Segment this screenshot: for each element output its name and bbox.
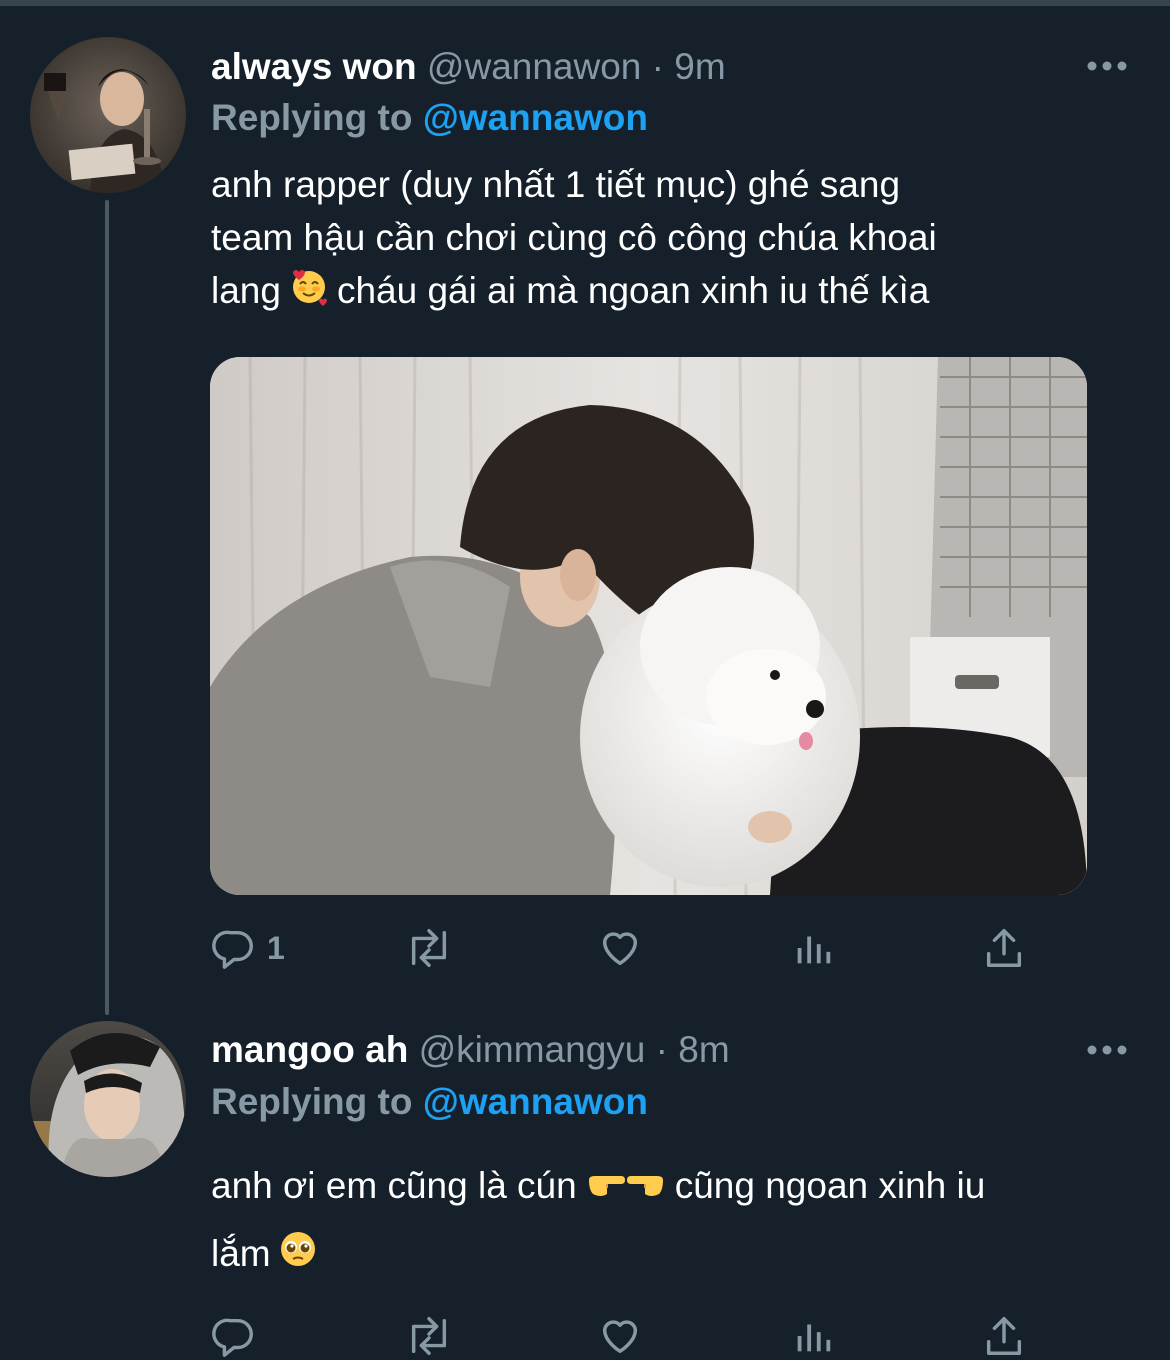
more-icon xyxy=(1087,1045,1127,1055)
more-options-button[interactable] xyxy=(1086,1040,1128,1060)
replying-to: Replying to @wannawon xyxy=(211,1077,648,1127)
tweet-text-line-group: lang cháu gái ai mà ngoan xinh iu thế kìa xyxy=(211,264,1141,320)
tweet-text-line: cháu gái ai mà ngoan xinh iu thế kìa xyxy=(336,270,930,311)
tweet-text-line: anh rapper (duy nhất 1 tiết mục) ghé san… xyxy=(211,164,901,205)
tweet-text: anh rapper (duy nhất 1 tiết mục) ghé san… xyxy=(211,158,1141,320)
pleading-face-icon xyxy=(279,1223,317,1289)
like-button[interactable] xyxy=(596,924,644,972)
reply-button[interactable]: 1 xyxy=(211,924,285,972)
reply-icon xyxy=(212,930,253,969)
replying-to-handle[interactable]: @wannawon xyxy=(423,1081,648,1122)
analytics-icon xyxy=(797,936,831,964)
smiling-face-with-hearts-icon xyxy=(289,266,329,320)
tweet-text-line-group: lắm xyxy=(211,1221,1141,1289)
share-button[interactable] xyxy=(981,924,1027,972)
separator-dot: · xyxy=(651,46,664,87)
reply-button[interactable] xyxy=(211,1312,257,1360)
user-handle[interactable]: @wannawon xyxy=(427,46,641,87)
tweet-image[interactable] xyxy=(210,357,1087,895)
tweet-text-line-group: anh ơi em cũng là cún cũng ngoan xinh iu xyxy=(211,1153,1141,1221)
display-name[interactable]: mangoo ah xyxy=(211,1029,408,1070)
timestamp[interactable]: 8m xyxy=(678,1029,729,1070)
photo-man-with-poodle xyxy=(210,357,1087,895)
tweet-text-line: team hậu cần chơi cùng cô công chúa khoa… xyxy=(211,217,937,258)
display-name[interactable]: always won xyxy=(211,46,417,87)
share-icon xyxy=(986,1317,1022,1355)
tweet-actions: 1 xyxy=(211,924,1051,972)
share-icon xyxy=(986,929,1022,967)
avatar[interactable] xyxy=(30,37,186,193)
tweet-text-line: lang xyxy=(211,270,281,311)
tweet-header: always won @wannawon · 9m xyxy=(211,42,726,92)
top-divider xyxy=(0,0,1170,6)
reply-icon xyxy=(212,1318,253,1357)
replying-to-label: Replying to xyxy=(211,97,413,138)
tweet-text-line: anh ơi em cũng là cún xyxy=(211,1165,577,1206)
tweet-text: anh ơi em cũng là cún cũng ngoan xinh iu … xyxy=(211,1153,1141,1289)
retweet-button[interactable] xyxy=(401,924,457,972)
replying-to: Replying to @wannawon xyxy=(211,93,648,143)
replying-to-handle[interactable]: @wannawon xyxy=(423,97,648,138)
backhand-index-pointing-left-icon xyxy=(626,1155,667,1221)
reply-count: 1 xyxy=(267,929,285,966)
timestamp[interactable]: 9m xyxy=(674,46,725,87)
avatar-photo xyxy=(30,1021,186,1177)
retweet-icon xyxy=(411,929,447,967)
backhand-index-pointing-right-icon xyxy=(585,1155,625,1221)
thread-connector-line xyxy=(105,200,109,1015)
retweet-icon xyxy=(411,1317,447,1355)
avatar[interactable] xyxy=(30,1021,186,1177)
more-icon xyxy=(1087,61,1127,71)
tweet-text-line: cũng ngoan xinh iu xyxy=(674,1165,986,1206)
replying-to-label: Replying to xyxy=(211,1081,413,1122)
tweet-text-line: lắm xyxy=(211,1233,271,1275)
avatar-photo xyxy=(30,37,186,193)
analytics-icon xyxy=(797,1324,831,1352)
more-options-button[interactable] xyxy=(1086,56,1128,76)
tweet-actions xyxy=(211,1312,1051,1360)
share-button[interactable] xyxy=(981,1312,1027,1360)
separator-dot: · xyxy=(655,1029,668,1070)
tweet-header: mangoo ah @kimmangyu · 8m xyxy=(211,1025,730,1075)
like-icon xyxy=(602,932,638,966)
analytics-button[interactable] xyxy=(791,924,835,972)
like-icon xyxy=(602,1320,638,1354)
analytics-button[interactable] xyxy=(791,1312,835,1360)
user-handle[interactable]: @kimmangyu xyxy=(419,1029,646,1070)
like-button[interactable] xyxy=(596,1312,644,1360)
retweet-button[interactable] xyxy=(401,1312,457,1360)
